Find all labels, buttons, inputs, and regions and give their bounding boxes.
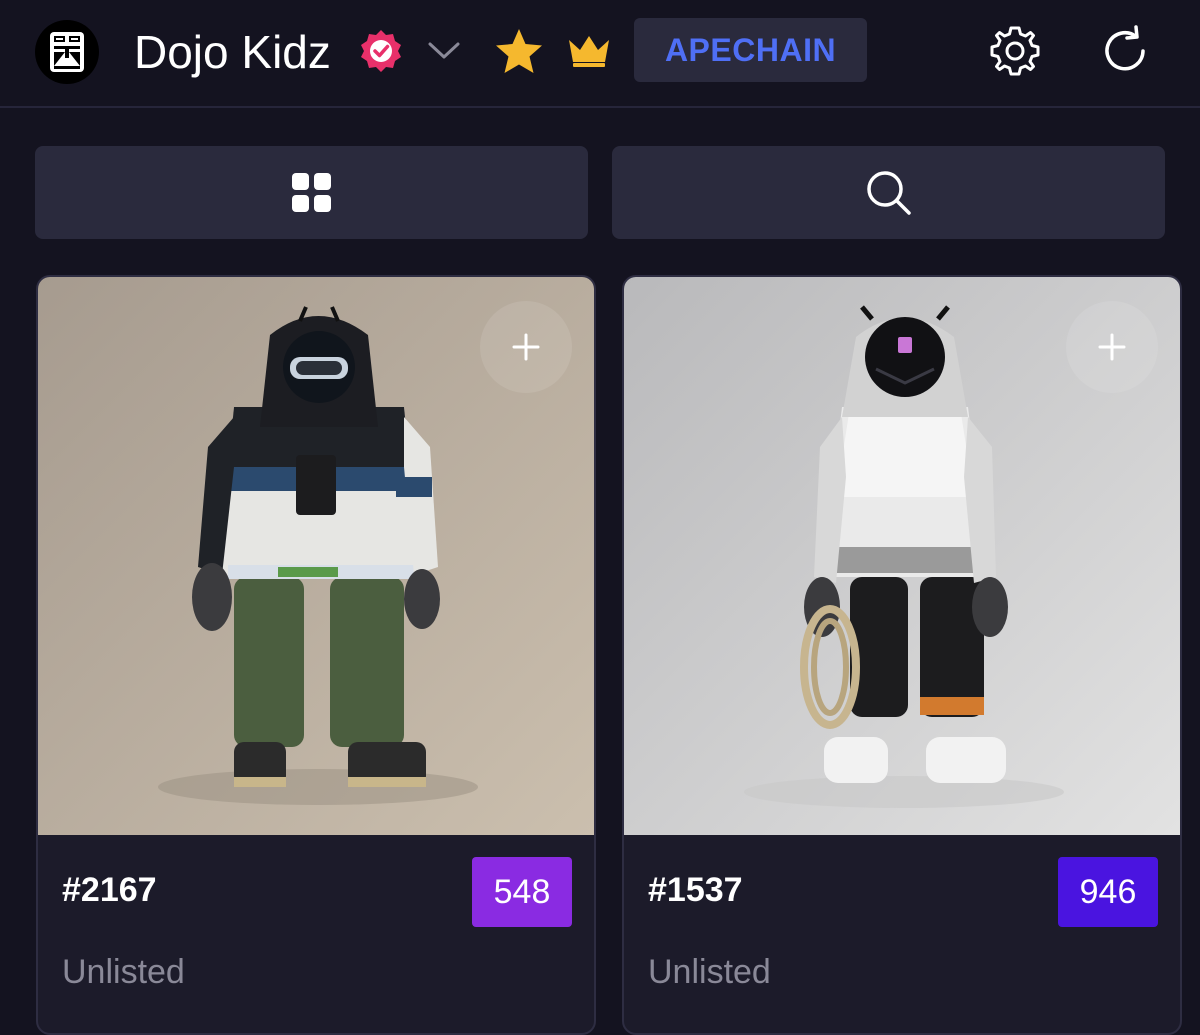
header-bar: Dojo Kidz APECHAIN (0, 0, 1200, 108)
rarity-rank-badge: 548 (472, 857, 572, 927)
verified-icon (361, 30, 401, 72)
nft-card[interactable]: #1537 946 Unlisted (622, 275, 1182, 1035)
collection-title[interactable]: Dojo Kidz (134, 26, 331, 78)
token-id: #1537 (648, 871, 743, 909)
plus-icon (512, 333, 540, 361)
add-button[interactable] (1066, 301, 1158, 393)
listing-status: Unlisted (62, 953, 185, 991)
nft-card[interactable]: #2167 548 Unlisted (36, 275, 596, 1035)
chevron-down-icon[interactable] (426, 36, 462, 64)
dojo-logo[interactable] (35, 20, 99, 84)
search-button[interactable] (612, 146, 1165, 239)
plus-icon (1098, 333, 1126, 361)
listing-status: Unlisted (648, 953, 771, 991)
add-button[interactable] (480, 301, 572, 393)
grid-view-icon (291, 172, 331, 212)
gear-icon[interactable] (986, 22, 1044, 80)
star-icon (496, 29, 542, 73)
crown-icon (569, 36, 609, 67)
token-id: #2167 (62, 871, 157, 909)
grid-view-button[interactable] (35, 146, 588, 239)
refresh-icon[interactable] (1096, 22, 1154, 80)
search-icon (866, 170, 911, 215)
rarity-rank-badge: 946 (1058, 857, 1158, 927)
chain-badge[interactable]: APECHAIN (634, 18, 867, 82)
